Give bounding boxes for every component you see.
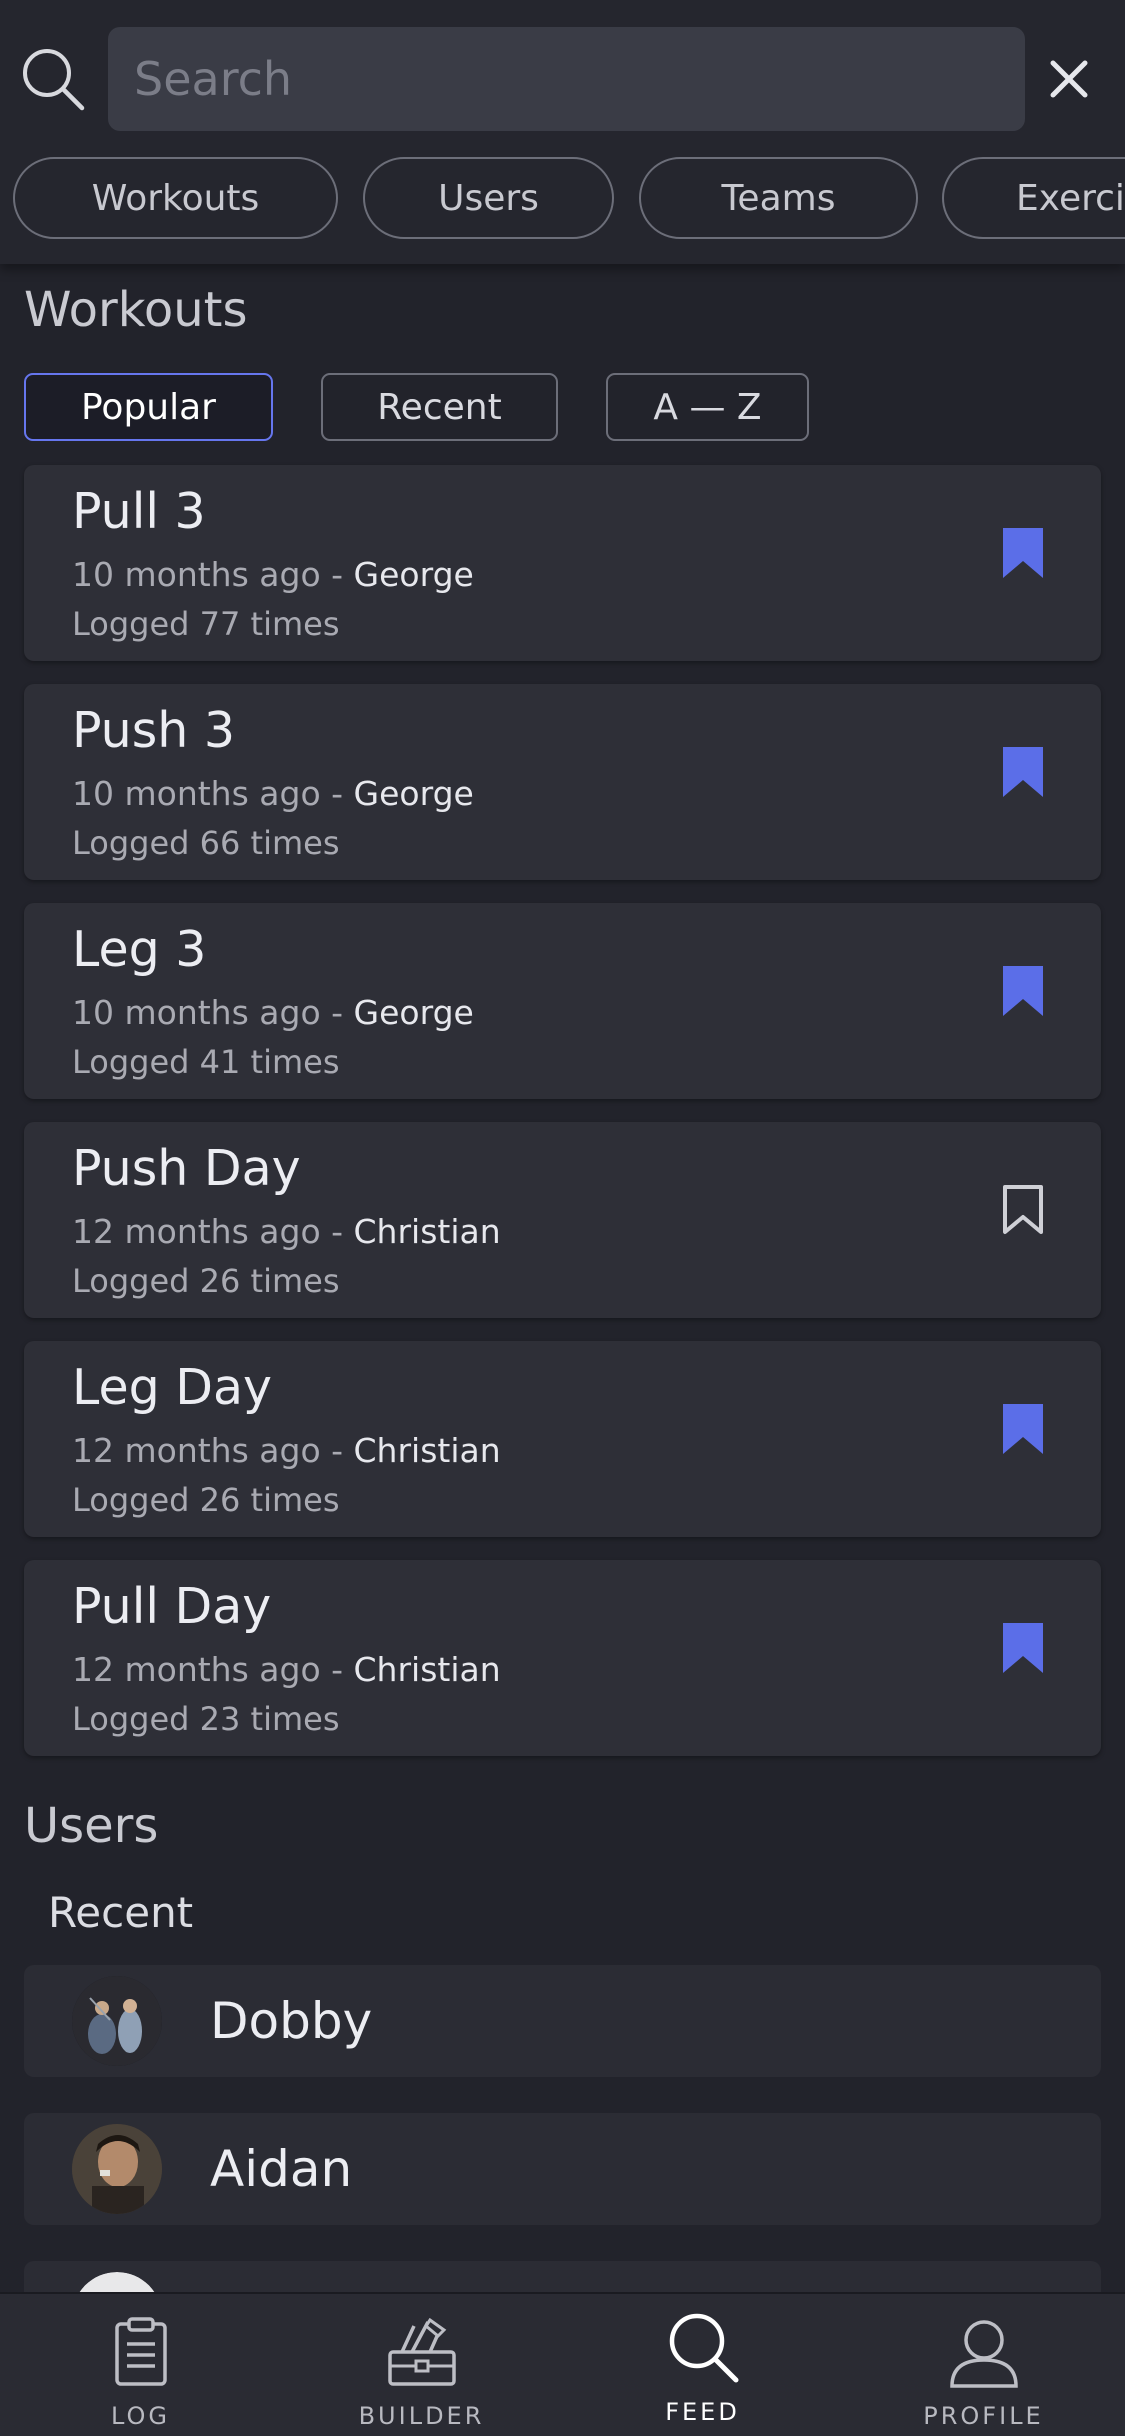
workout-meta: 10 months ago - George: [72, 774, 474, 813]
tab-teams[interactable]: Teams: [639, 157, 918, 239]
workout-title: Leg Day: [72, 1359, 273, 1416]
user-row[interactable]: Dobby: [24, 1965, 1101, 2077]
workout-age: 10 months ago -: [72, 555, 354, 594]
search-icon[interactable]: [20, 46, 86, 112]
workout-title: Pull Day: [72, 1578, 272, 1635]
workout-meta: 10 months ago - George: [72, 555, 474, 594]
toolbox-icon: [387, 2317, 456, 2386]
workout-log-count: Logged 77 times: [72, 605, 340, 643]
workout-age: 12 months ago -: [72, 1650, 354, 1689]
workout-age: 10 months ago -: [72, 774, 354, 813]
workout-log-count: Logged 41 times: [72, 1043, 340, 1081]
nav-feed-label: FEED: [665, 2398, 740, 2426]
workout-age: 12 months ago -: [72, 1431, 354, 1470]
avatar: [72, 2124, 162, 2214]
workout-title: Push Day: [72, 1140, 301, 1197]
sort-recent-button[interactable]: Recent: [321, 373, 558, 441]
nav-log-label: LOG: [110, 2402, 170, 2430]
recent-users-label: Recent: [48, 1888, 194, 1937]
sort-popular-button[interactable]: Popular: [24, 373, 273, 441]
workout-title: Pull 3: [72, 483, 206, 540]
user-icon: [949, 2320, 1018, 2388]
nav-profile-label: PROFILE: [923, 2402, 1044, 2430]
feed-screen: Workouts Users Teams Exercises Workouts …: [0, 0, 1125, 2436]
workout-meta: 12 months ago - Christian: [72, 1212, 501, 1251]
users-section-title: Users: [24, 1798, 159, 1854]
workout-author[interactable]: George: [354, 555, 474, 594]
workout-log-count: Logged 26 times: [72, 1481, 340, 1519]
workout-age: 12 months ago -: [72, 1212, 354, 1251]
bookmark-outline-icon[interactable]: [999, 1182, 1047, 1238]
nav-profile[interactable]: PROFILE: [843, 2294, 1124, 2436]
workout-meta: 12 months ago - Christian: [72, 1650, 501, 1689]
workout-log-count: Logged 26 times: [72, 1262, 340, 1300]
workout-log-count: Logged 23 times: [72, 1700, 340, 1738]
tab-exercises[interactable]: Exercises: [942, 157, 1125, 239]
workout-card[interactable]: Pull Day 12 months ago - Christian Logge…: [24, 1560, 1101, 1756]
tab-workouts[interactable]: Workouts: [13, 157, 338, 239]
workout-card[interactable]: Pull 3 10 months ago - George Logged 77 …: [24, 465, 1101, 661]
workout-title: Leg 3: [72, 921, 207, 978]
workout-card[interactable]: Push Day 12 months ago - Christian Logge…: [24, 1122, 1101, 1318]
workout-author[interactable]: George: [354, 774, 474, 813]
nav-log[interactable]: LOG: [0, 2294, 281, 2436]
bookmark-filled-icon[interactable]: [999, 525, 1047, 581]
nav-builder-label: BUILDER: [358, 2402, 485, 2430]
workout-card[interactable]: Leg 3 10 months ago - George Logged 41 t…: [24, 903, 1101, 1099]
workout-author[interactable]: Christian: [354, 1212, 501, 1251]
bottom-nav: LOG BUILDER FEED PROFILE: [0, 2292, 1125, 2436]
avatar: [72, 1976, 162, 2066]
workouts-section-title: Workouts: [24, 282, 248, 338]
search-icon: [669, 2313, 738, 2383]
workout-age: 10 months ago -: [72, 993, 354, 1032]
tab-exercises-label: Exercises: [1016, 177, 1125, 219]
nav-feed[interactable]: FEED: [562, 2294, 843, 2436]
bookmark-filled-icon[interactable]: [999, 744, 1047, 800]
clipboard-icon: [114, 2317, 167, 2386]
bookmark-filled-icon[interactable]: [999, 1401, 1047, 1457]
workout-card[interactable]: Leg Day 12 months ago - Christian Logged…: [24, 1341, 1101, 1537]
tab-users[interactable]: Users: [363, 157, 614, 239]
workout-author[interactable]: Christian: [354, 1650, 501, 1689]
nav-builder[interactable]: BUILDER: [281, 2294, 562, 2436]
workout-title: Push 3: [72, 702, 236, 759]
search-field[interactable]: [108, 27, 1025, 131]
search-header: Workouts Users Teams Exercises: [0, 0, 1125, 264]
user-name: Aidan: [210, 2140, 353, 2198]
bookmark-filled-icon[interactable]: [999, 1620, 1047, 1676]
workout-author[interactable]: George: [354, 993, 474, 1032]
workout-meta: 10 months ago - George: [72, 993, 474, 1032]
workout-card[interactable]: Push 3 10 months ago - George Logged 66 …: [24, 684, 1101, 880]
workout-log-count: Logged 66 times: [72, 824, 340, 862]
workout-meta: 12 months ago - Christian: [72, 1431, 501, 1470]
user-row[interactable]: Aidan: [24, 2113, 1101, 2225]
close-icon[interactable]: [1047, 57, 1091, 101]
user-name: Dobby: [210, 1992, 373, 2050]
search-input[interactable]: [134, 52, 1025, 106]
bookmark-filled-icon[interactable]: [999, 963, 1047, 1019]
workout-author[interactable]: Christian: [354, 1431, 501, 1470]
sort-a-z-button[interactable]: A — Z: [606, 373, 809, 441]
